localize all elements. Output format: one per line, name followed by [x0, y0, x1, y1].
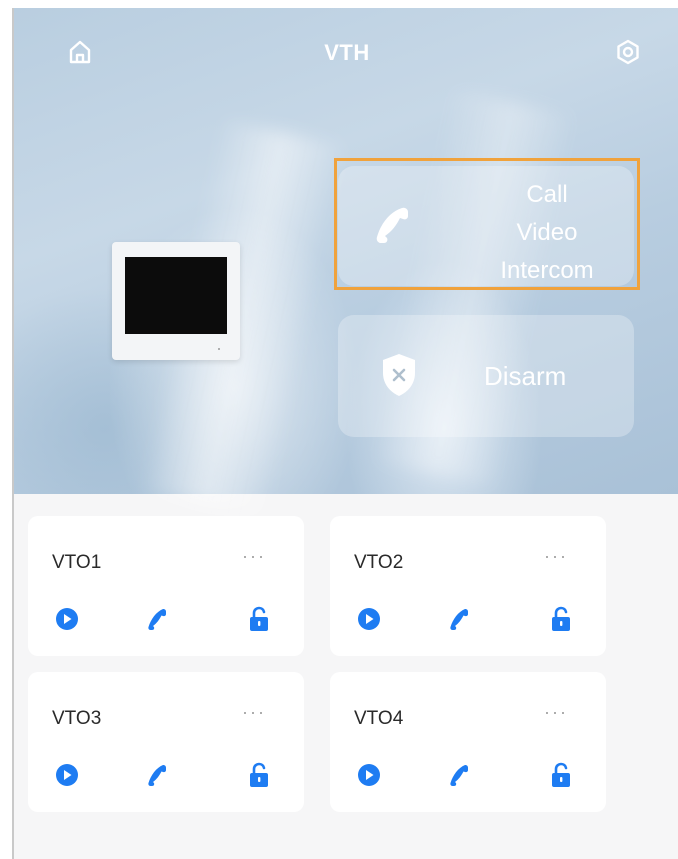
phone-icon[interactable] — [146, 606, 172, 632]
call-button-label: Call Video Intercom — [500, 181, 594, 284]
unlock-icon[interactable] — [246, 762, 272, 788]
settings-icon — [617, 39, 639, 65]
page-title: VTH — [324, 40, 370, 65]
call-video-intercom-button[interactable]: Call Video Intercom — [338, 166, 634, 286]
phone-icon — [376, 207, 408, 243]
hero-banner: VTH Call Video Intercom Disarm — [14, 8, 678, 517]
phone-icon[interactable] — [146, 762, 172, 788]
top-bar: VTH — [14, 8, 678, 98]
device-card-vto3: VTO3 ··· — [28, 672, 304, 812]
play-icon[interactable] — [54, 762, 80, 788]
monitor-screen — [125, 257, 227, 334]
device-name: VTO3 — [52, 708, 102, 729]
play-icon[interactable] — [54, 606, 80, 632]
monitor-led — [218, 348, 220, 350]
phone-icon[interactable] — [448, 606, 474, 632]
more-options-button[interactable]: ··· — [242, 702, 266, 723]
app-screen: VTH Call Video Intercom Disarm VTO1 ··· … — [12, 8, 678, 859]
device-name: VTO1 — [52, 552, 102, 573]
shield-x-icon — [383, 354, 415, 396]
phone-icon[interactable] — [448, 762, 474, 788]
disarm-button[interactable]: Disarm — [338, 315, 634, 437]
device-card-vto2: VTO2 ··· — [330, 516, 606, 656]
device-card-vto1: VTO1 ··· — [28, 516, 304, 656]
more-options-button[interactable]: ··· — [544, 546, 568, 567]
disarm-label: Disarm — [484, 361, 567, 391]
device-card-vto4: VTO4 ··· — [330, 672, 606, 812]
device-name: VTO4 — [354, 708, 404, 729]
play-icon[interactable] — [356, 606, 382, 632]
play-icon[interactable] — [356, 762, 382, 788]
unlock-icon[interactable] — [548, 762, 574, 788]
settings-button[interactable] — [614, 38, 642, 66]
indoor-monitor-image — [112, 242, 240, 360]
device-name: VTO2 — [354, 552, 404, 573]
unlock-icon[interactable] — [246, 606, 272, 632]
unlock-icon[interactable] — [548, 606, 574, 632]
more-options-button[interactable]: ··· — [544, 702, 568, 723]
more-options-button[interactable]: ··· — [242, 546, 266, 567]
